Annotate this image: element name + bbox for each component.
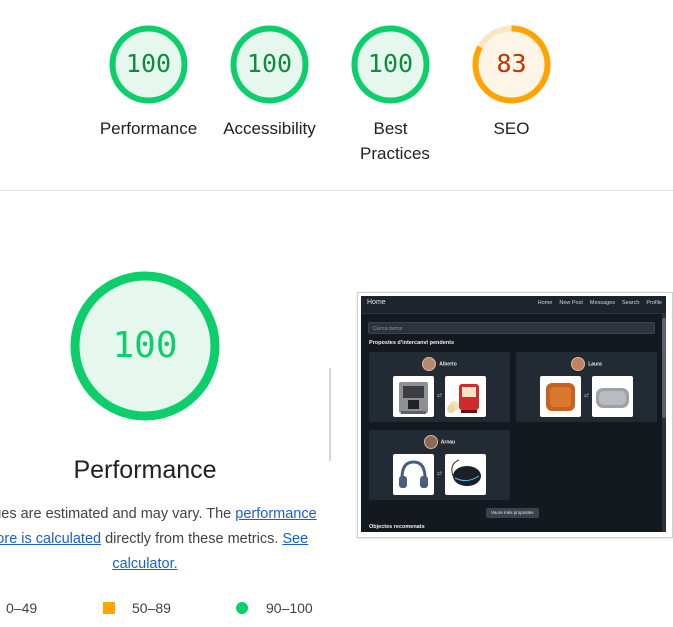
avatar bbox=[571, 357, 586, 371]
nav-link: New Post bbox=[559, 300, 583, 306]
proposal-card: Alberto ⇄ bbox=[369, 352, 510, 422]
gauge-seo[interactable]: 83 SEO bbox=[471, 24, 552, 174]
swap-icon: ⇄ bbox=[584, 393, 590, 399]
app-navbar: Home Home New Post Messages Search Profile bbox=[361, 296, 666, 314]
proposal-user: Arnau bbox=[369, 435, 510, 449]
proposal-card: Arnau ⇄ bbox=[369, 430, 510, 500]
headphones-image bbox=[393, 454, 434, 495]
nav-link: Messages bbox=[589, 300, 615, 306]
section-recommended-title: Objectes recomenats bbox=[369, 524, 425, 530]
swap-icon: ⇄ bbox=[437, 393, 443, 399]
divider bbox=[0, 190, 673, 191]
avatar bbox=[422, 357, 437, 371]
gauge-performance[interactable]: 100 Performance bbox=[100, 24, 197, 174]
user-name: Laura bbox=[588, 361, 602, 368]
gauge-label: Best Practices bbox=[360, 119, 430, 163]
vertical-separator bbox=[329, 368, 331, 461]
grey-pillow-image bbox=[592, 376, 633, 417]
app-search-input: Cerca items bbox=[368, 322, 655, 334]
swap-icon: ⇄ bbox=[437, 471, 443, 477]
performance-score: 100 bbox=[112, 325, 178, 366]
nav-link: Search bbox=[621, 300, 640, 306]
nav-home-brand: Home bbox=[367, 299, 386, 306]
popcorn-machine-image bbox=[445, 376, 486, 417]
user-name: Alberto bbox=[439, 361, 457, 368]
screenshot-content: Home Home New Post Messages Search Profile C… bbox=[361, 296, 666, 532]
gauge-best-practices[interactable]: 100 Best Practices bbox=[350, 24, 431, 174]
performance-title: Performance bbox=[73, 456, 217, 484]
gauge-accessibility[interactable]: 100 Accessibility bbox=[223, 24, 316, 174]
gauge-label: SEO bbox=[493, 119, 530, 138]
performance-gauge-large: 100 bbox=[70, 271, 220, 421]
desc-text: directly from these metrics. bbox=[101, 531, 283, 547]
performance-description: Values are estimated and may vary. The p… bbox=[0, 502, 320, 577]
proposal-user: Laura bbox=[516, 357, 657, 371]
lighthouse-report: 100 Performance 100 Accessibility 100 Be… bbox=[0, 0, 673, 627]
gauge-score: 100 bbox=[246, 49, 293, 78]
orange-cushion-image bbox=[540, 376, 581, 417]
legend-average-square-icon bbox=[103, 602, 115, 614]
nav-links: Home New Post Messages Search Profile bbox=[531, 300, 662, 306]
nav-link: Home bbox=[537, 300, 553, 306]
nav-link: Profile bbox=[646, 300, 662, 306]
proposal-card: Laura ⇄ bbox=[516, 352, 657, 422]
coffee-machine-image bbox=[393, 376, 434, 417]
legend-pass: 90–100 bbox=[266, 600, 313, 616]
legend-average: 50–89 bbox=[132, 600, 171, 616]
gauge-score: 100 bbox=[367, 49, 414, 78]
user-name: Arnau bbox=[440, 439, 456, 446]
section-pending-title: Propostes d'intercanvi pendents bbox=[369, 340, 455, 346]
gauge-label: Accessibility bbox=[223, 119, 316, 138]
proposal-user: Alberto bbox=[369, 357, 510, 371]
legend-pass-circle-icon bbox=[236, 602, 248, 614]
avatar bbox=[423, 435, 438, 449]
more-proposals-button: Veure més propostes bbox=[486, 508, 539, 518]
scrollbar-thumb bbox=[662, 318, 666, 418]
gauge-label: Performance bbox=[99, 119, 198, 138]
gaming-mouse-image bbox=[445, 454, 486, 495]
desc-text: Values are estimated and may vary. The bbox=[0, 506, 232, 522]
legend-fail: 0–49 bbox=[6, 600, 38, 616]
gauge-score: 83 bbox=[496, 49, 527, 78]
gauge-score: 100 bbox=[125, 49, 172, 78]
final-screenshot[interactable]: Home Home New Post Messages Search Profile C… bbox=[357, 292, 673, 538]
